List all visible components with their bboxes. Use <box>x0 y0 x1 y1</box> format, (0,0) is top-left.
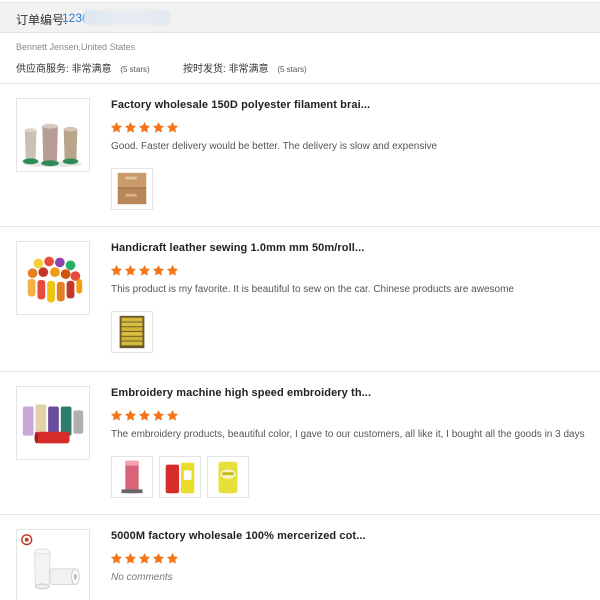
review-comment: Good. Faster delivery would be better. T… <box>111 141 438 152</box>
star-icon <box>124 552 137 564</box>
star-icon <box>110 409 123 421</box>
star-icon <box>124 264 137 276</box>
review-photo-thumbnail[interactable] <box>111 311 153 353</box>
product-title-link[interactable]: Embroidery machine high speed embroidery… <box>111 387 371 399</box>
shipping-stars: (5 stars) <box>277 65 307 74</box>
supplier-service-value: 非常满意 <box>71 64 112 75</box>
star-icon <box>166 552 179 564</box>
star-icon <box>110 264 123 276</box>
star-icon <box>152 552 165 564</box>
review-photo-thumbnail[interactable] <box>159 456 201 498</box>
shipping-rating: 按时发货: 非常满意 (5 stars) <box>183 60 307 75</box>
star-icon <box>138 264 151 276</box>
review-comment: No comments <box>111 572 173 583</box>
product-title-link[interactable]: Handicraft leather sewing 1.0mm mm 50m/r… <box>111 242 364 254</box>
divider <box>0 83 600 84</box>
review-stars <box>110 121 179 134</box>
star-icon <box>110 552 123 564</box>
star-icon <box>138 552 151 564</box>
star-icon <box>166 409 179 421</box>
star-icon <box>124 121 137 133</box>
review-stars <box>110 409 179 422</box>
review-photos <box>111 168 153 210</box>
review-photo-thumbnail[interactable] <box>207 456 249 498</box>
supplier-service-stars: (5 stars) <box>120 65 150 74</box>
review-photo-thumbnail[interactable] <box>111 456 153 498</box>
product-title-link[interactable]: Factory wholesale 150D polyester filamen… <box>111 99 370 111</box>
product-thumbnail-leather-sewing-thread[interactable] <box>16 241 90 315</box>
divider <box>0 226 600 227</box>
star-icon <box>138 121 151 133</box>
star-icon <box>138 409 151 421</box>
review-comment: The embroidery products, beautiful color… <box>111 429 585 440</box>
star-icon <box>124 409 137 421</box>
divider <box>0 514 600 515</box>
star-icon <box>166 121 179 133</box>
supplier-service-rating: 供应商服务: 非常满意 (5 stars) <box>16 60 150 75</box>
star-icon <box>152 121 165 133</box>
supplier-service-label: 供应商服务: <box>16 64 69 75</box>
star-icon <box>110 121 123 133</box>
review-stars <box>110 552 179 565</box>
star-icon <box>166 264 179 276</box>
order-header: 订单编号: 1236 <box>0 2 600 33</box>
buyer-name: Bennett Jensen,United States <box>16 42 136 52</box>
star-icon <box>152 409 165 421</box>
star-icon <box>152 264 165 276</box>
shipping-value: 非常满意 <box>228 64 269 75</box>
divider <box>0 371 600 372</box>
order-number-label: 订单编号: <box>16 13 68 27</box>
product-thumbnail-embroidery-thread[interactable] <box>16 386 90 460</box>
review-stars <box>110 264 179 277</box>
product-title-link[interactable]: 5000M factory wholesale 100% mercerized … <box>111 530 366 542</box>
shipping-label: 按时发货: <box>183 64 226 75</box>
review-photos <box>111 456 249 498</box>
review-comment: This product is my favorite. It is beaut… <box>111 284 514 295</box>
product-thumbnail-polyester-thread[interactable] <box>16 98 90 172</box>
order-number-redacted <box>84 10 170 25</box>
review-photo-thumbnail[interactable] <box>111 168 153 210</box>
review-photos <box>111 311 153 353</box>
product-thumbnail-mercerized-cotton[interactable] <box>16 529 90 600</box>
